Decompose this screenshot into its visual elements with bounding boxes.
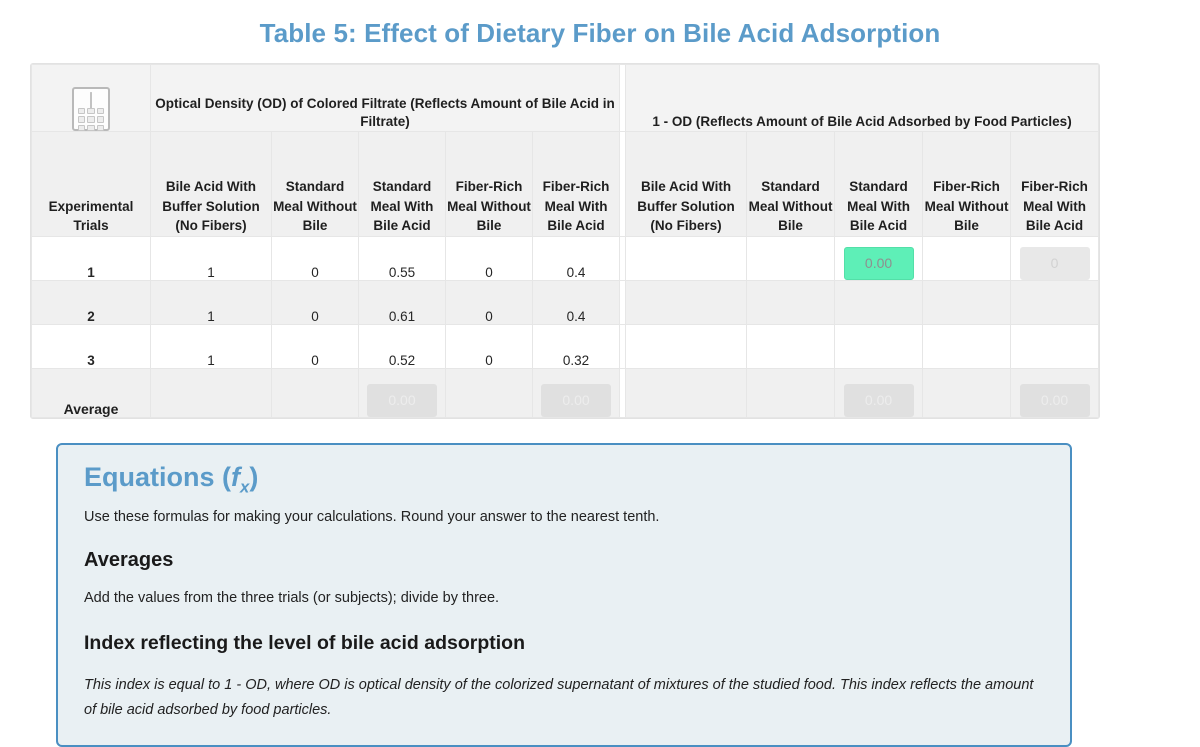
page-title: Table 5: Effect of Dietary Fiber on Bile…	[259, 18, 941, 48]
calculator-screen	[90, 92, 92, 109]
cell-ads-standard-no-bile	[746, 280, 836, 325]
averages-heading: Averages	[84, 549, 174, 572]
cell-od-buffer: 1	[150, 280, 272, 325]
average-label: Average	[31, 368, 151, 418]
cell-ads-fiber-bile: 0	[1010, 236, 1099, 281]
cell-od-standard-no-bile: 0	[271, 236, 359, 281]
cell-od-buffer: 1	[150, 324, 272, 369]
equations-title-paren: (fx)	[214, 462, 259, 497]
input-avg-od-fiber-bile[interactable]: 0.00	[541, 384, 612, 417]
cell-ads-buffer	[625, 236, 748, 281]
cell-od-standard-no-bile: 0	[271, 280, 359, 325]
cell-avg-ads-standard-no-bile	[746, 368, 836, 418]
cell-ads-standard-no-bile	[746, 324, 836, 369]
cell-od-standard-bile: 0.61	[358, 280, 446, 325]
column-header-ads-standard-meal-without-bile: Standard Meal Without Bile	[746, 131, 836, 237]
cell-ads-fiber-bile	[1010, 280, 1099, 325]
column-header-ads-bile-acid-buffer: Bile Acid With Buffer Solution (No Fiber…	[625, 131, 748, 237]
data-table-card: Optical Density (OD) of Colored Filtrate…	[30, 63, 1100, 419]
column-header-ads-standard-meal-with-bile-acid: Standard Meal With Bile Acid	[834, 131, 924, 237]
input-avg-od-standard-bile[interactable]: 0.00	[367, 384, 437, 417]
calculator-keys	[78, 108, 104, 131]
table-row: 2 1 0 0.61 0 0.4	[31, 280, 1099, 325]
average-row: Average 0.00 0.00 0.00 0.00	[31, 368, 1099, 418]
index-heading: Index reflecting the level of bile acid …	[84, 632, 526, 655]
column-header-od-bile-acid-buffer: Bile Acid With Buffer Solution (No Fiber…	[150, 131, 272, 237]
averages-text: Add the values from the three trials (or…	[84, 590, 500, 607]
fx-subscript: x	[240, 477, 250, 497]
cell-ads-standard-no-bile	[746, 236, 836, 281]
input-avg-ads-standard-bile[interactable]: 0.00	[843, 384, 914, 417]
cell-avg-ads-fiber-bile: 0.00	[1010, 368, 1099, 418]
column-header-od-fiber-rich-with-bile-acid: Fiber-Rich Meal With Bile Acid	[531, 131, 621, 237]
column-header-experimental-trials: Experimental Trials	[31, 131, 151, 237]
cell-od-fiber-no-bile: 0	[445, 236, 533, 281]
trial-label: 3	[31, 324, 151, 369]
calculator-cell	[31, 64, 151, 132]
cell-od-fiber-bile: 0.32	[531, 324, 621, 369]
column-header-row: Experimental Trials Bile Acid With Buffe…	[31, 131, 1099, 237]
cell-ads-fiber-no-bile	[922, 324, 1012, 369]
group-header-optical-density: Optical Density (OD) of Colored Filtrate…	[149, 64, 621, 132]
cell-ads-fiber-no-bile	[922, 236, 1012, 281]
equations-panel: Equations (fx) Use these formulas for ma…	[56, 443, 1072, 747]
cell-ads-fiber-bile	[1010, 324, 1099, 369]
cell-od-fiber-bile: 0.4	[531, 236, 621, 281]
cell-avg-od-fiber-no-bile	[445, 368, 533, 418]
cell-od-standard-bile: 0.52	[358, 324, 446, 369]
cell-ads-buffer	[625, 280, 748, 325]
cell-od-fiber-no-bile: 0	[445, 280, 533, 325]
cell-ads-fiber-no-bile	[922, 280, 1012, 325]
cell-avg-od-standard-bile: 0.00	[358, 368, 446, 418]
column-header-od-standard-meal-without-bile: Standard Meal Without Bile	[271, 131, 359, 237]
cell-avg-ads-fiber-no-bile	[922, 368, 1012, 418]
equations-title: Equations (fx)	[84, 462, 1044, 497]
table-row: 3 1 0 0.52 0 0.32	[31, 324, 1099, 369]
cell-ads-buffer	[625, 324, 748, 369]
trial-label: 2	[31, 280, 151, 325]
column-header-od-standard-meal-with-bile-acid: Standard Meal With Bile Acid	[358, 131, 446, 237]
cell-od-fiber-no-bile: 0	[445, 324, 533, 369]
calculator-icon	[72, 87, 110, 131]
cell-ads-standard-bile: 0.00	[834, 236, 924, 281]
input-ads-fiber-bile-trial1[interactable]: 0	[1019, 247, 1090, 280]
group-header-row: Optical Density (OD) of Colored Filtrate…	[31, 64, 1099, 132]
cell-avg-ads-standard-bile: 0.00	[834, 368, 924, 418]
cell-avg-od-fiber-bile: 0.00	[531, 368, 621, 418]
trial-label: 1	[31, 236, 151, 281]
cell-avg-ads-buffer	[625, 368, 748, 418]
input-ads-standard-bile-trial1[interactable]: 0.00	[843, 247, 914, 280]
group-header-one-minus-od: 1 - OD (Reflects Amount of Bile Acid Ads…	[625, 64, 1099, 132]
index-text: This index is equal to 1 - OD, where OD …	[84, 677, 1034, 719]
cell-ads-standard-bile	[834, 280, 924, 325]
bile-acid-adsorption-table: Optical Density (OD) of Colored Filtrate…	[31, 64, 1099, 418]
cell-od-buffer: 1	[150, 236, 272, 281]
cell-od-fiber-bile: 0.4	[531, 280, 621, 325]
input-avg-ads-fiber-bile[interactable]: 0.00	[1019, 384, 1090, 417]
column-header-ads-fiber-rich-with-bile-acid: Fiber-Rich Meal With Bile Acid	[1010, 131, 1099, 237]
cell-avg-od-standard-no-bile	[271, 368, 359, 418]
table-row: 1 1 0 0.55 0 0.4 0.00 0	[31, 236, 1099, 281]
fx-symbol: f	[231, 462, 241, 492]
cell-od-standard-bile: 0.55	[358, 236, 446, 281]
cell-avg-od-buffer	[150, 368, 272, 418]
cell-od-standard-no-bile: 0	[271, 324, 359, 369]
equations-title-text: Equations	[84, 462, 215, 492]
column-header-ads-fiber-rich-without-bile: Fiber-Rich Meal Without Bile	[922, 131, 1012, 237]
column-header-od-fiber-rich-without-bile: Fiber-Rich Meal Without Bile	[445, 131, 533, 237]
equations-lead-text: Use these formulas for making your calcu…	[84, 508, 660, 525]
cell-ads-standard-bile	[834, 324, 924, 369]
